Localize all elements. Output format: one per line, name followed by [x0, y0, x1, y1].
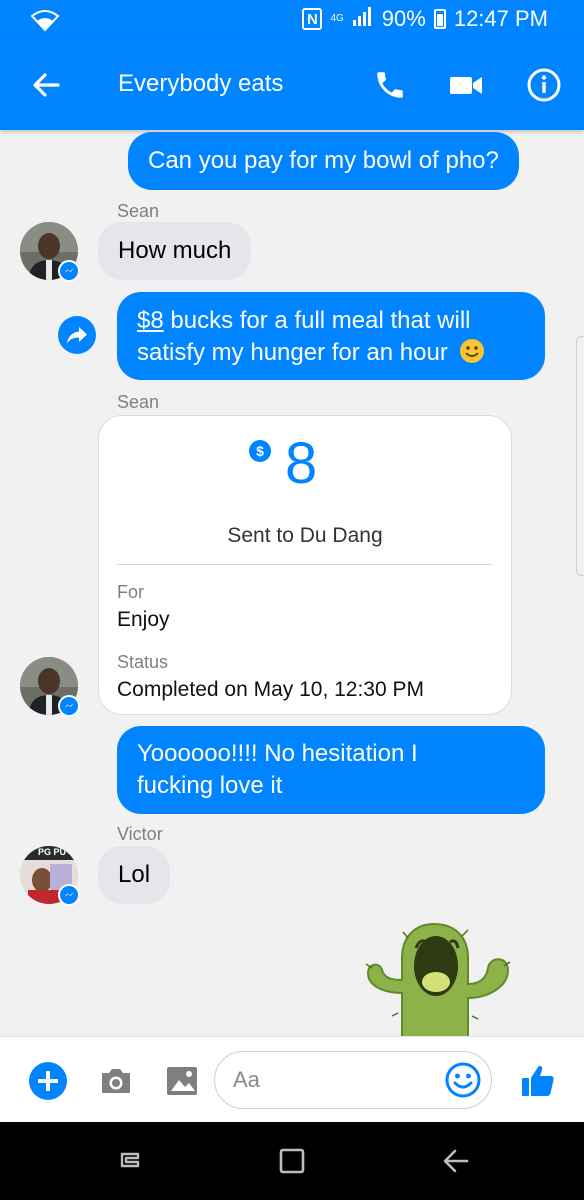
dollar-icon: $	[249, 440, 271, 462]
nfc-icon: N	[302, 8, 323, 30]
message-text: satisfy my hunger for an hour	[137, 339, 448, 366]
sender-name: Sean	[117, 201, 160, 221]
signal-icon	[352, 6, 374, 32]
battery-icon	[433, 9, 446, 29]
info-icon[interactable]	[524, 65, 564, 105]
edge-panel-handle[interactable]	[576, 336, 584, 576]
payment-recipient: Sent to Du Dang	[227, 524, 383, 547]
outgoing-message[interactable]: $8 bucks for a full meal that will satis…	[117, 292, 545, 380]
smile-emoji-icon	[459, 338, 485, 373]
avatar-victor[interactable]: PG PU	[20, 846, 80, 906]
message-composer	[0, 1036, 584, 1122]
message-text: How much	[118, 237, 232, 264]
add-plus-icon[interactable]	[28, 1061, 68, 1101]
message-text: Lol	[118, 861, 151, 888]
outgoing-message[interactable]: Yoooooo!!!! No hesitation I fucking love…	[117, 726, 545, 814]
message-text: bucks for a full meal that will	[163, 307, 471, 334]
messenger-badge-icon	[58, 695, 80, 717]
conversation-title[interactable]: Everybody eats	[118, 70, 283, 98]
avatar-sean[interactable]	[20, 222, 80, 282]
back-nav-icon[interactable]	[436, 1144, 476, 1178]
incoming-message[interactable]: Lol	[98, 846, 171, 904]
payment-for-value: Enjoy	[117, 608, 170, 631]
cactus-sticker[interactable]	[358, 918, 538, 1036]
card-divider	[117, 564, 493, 565]
recent-apps-icon[interactable]	[110, 1144, 150, 1178]
payment-amount-link[interactable]: $8	[137, 307, 164, 334]
battery-percent: 90%	[381, 6, 426, 31]
network-type-label: 4G	[330, 13, 344, 24]
incoming-message[interactable]: How much	[98, 222, 252, 280]
message-list[interactable]: Can you pay for my bowl of pho? Sean How…	[0, 130, 584, 1036]
thumbs-up-icon[interactable]	[518, 1061, 558, 1101]
status-time: 12:47 PM	[453, 6, 548, 31]
outgoing-message[interactable]: Can you pay for my bowl of pho?	[128, 132, 519, 190]
wifi-icon	[30, 8, 60, 37]
messenger-badge-icon	[58, 260, 80, 282]
payment-status-value: Completed on May 10, 12:30 PM	[117, 678, 425, 701]
payment-status-label: Status	[117, 652, 169, 672]
system-navigation-bar	[0, 1122, 584, 1200]
sender-name: Sean	[117, 392, 160, 412]
status-bar: N 4G 90% 12:47 PM	[0, 0, 584, 40]
payment-card[interactable]: $ 8 Sent to Du Dang For Enjoy Status Com…	[98, 415, 512, 715]
sender-name: Victor	[117, 824, 163, 844]
messenger-badge-icon	[58, 884, 80, 906]
emoji-icon[interactable]	[444, 1061, 482, 1099]
avatar-caption: PG PU	[38, 847, 67, 857]
message-text: Can you pay for my bowl of pho?	[148, 147, 499, 174]
payment-for-label: For	[117, 582, 144, 602]
gallery-image-icon[interactable]	[162, 1061, 202, 1101]
camera-icon[interactable]	[96, 1061, 136, 1101]
home-icon[interactable]	[272, 1144, 312, 1178]
message-text: fucking love it	[137, 772, 283, 799]
avatar-sean[interactable]	[20, 657, 80, 717]
payment-amount: 8	[285, 431, 318, 496]
forward-share-icon[interactable]	[58, 316, 96, 354]
conversation-header: Everybody eats	[0, 40, 584, 130]
video-call-icon[interactable]	[446, 65, 486, 105]
back-arrow-icon[interactable]	[28, 67, 64, 103]
message-text: Yoooooo!!!! No hesitation I	[137, 740, 418, 767]
phone-call-icon[interactable]	[370, 65, 410, 105]
